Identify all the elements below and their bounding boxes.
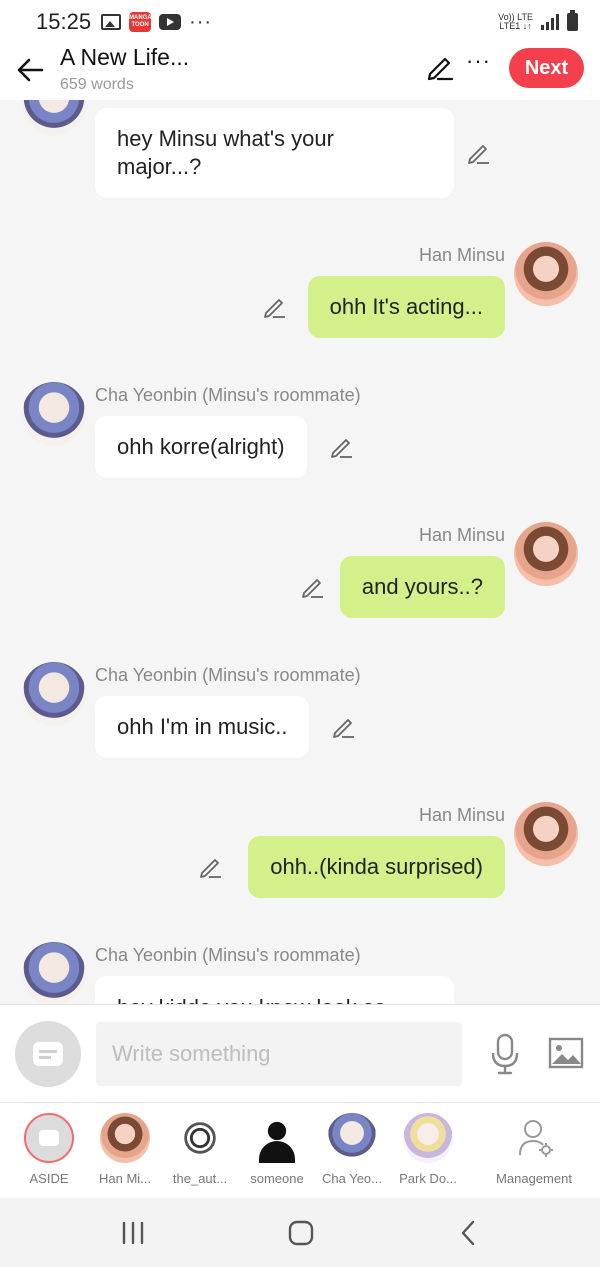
system-navigation-bar	[0, 1198, 600, 1267]
edit-message-icon[interactable]	[331, 714, 357, 740]
character-label: Han Mi...	[98, 1171, 151, 1186]
edit-message-icon[interactable]	[300, 574, 326, 600]
avatar-han-minsu[interactable]	[514, 242, 578, 306]
image-gallery-icon[interactable]	[548, 1037, 584, 1069]
character-cha-yeonbin[interactable]: Cha Yeo...	[314, 1103, 390, 1199]
avatar-han-minsu[interactable]	[514, 522, 578, 586]
character-avatar	[175, 1113, 225, 1163]
avatar-cha-yeonbin[interactable]	[22, 942, 86, 1004]
character-avatar	[252, 1113, 302, 1163]
youtube-notification-icon	[159, 14, 182, 30]
speaker-name: Han Minsu	[418, 245, 505, 265]
message-bubble[interactable]: ohh I'm in music..	[95, 696, 310, 758]
word-count: 659 words	[60, 76, 134, 93]
top-app-bar: A New Life... 659 words ··· Next	[0, 44, 600, 100]
character-label: the_aut...	[172, 1171, 228, 1186]
speaker-name: Han Minsu	[418, 525, 505, 545]
message-bubble[interactable]: ohh It's acting...	[307, 276, 505, 338]
avatar-han-minsu[interactable]	[514, 802, 578, 866]
edit-message-icon[interactable]	[329, 434, 355, 460]
signal-icon	[541, 14, 559, 30]
message-composer	[0, 1004, 600, 1102]
management-label: Management	[496, 1171, 572, 1186]
character-aside[interactable]: ASIDE	[11, 1103, 87, 1199]
more-options-icon[interactable]: ···	[466, 48, 491, 74]
message-bubble[interactable]: ohh korre(alright)	[95, 416, 307, 478]
edit-pencil-icon[interactable]	[425, 52, 455, 82]
home-icon[interactable]	[286, 1218, 316, 1248]
avatar-cha-yeonbin[interactable]	[22, 382, 86, 446]
character-avatar	[100, 1113, 150, 1163]
speaker-name: Cha Yeonbin (Minsu's roommate)	[95, 385, 361, 405]
speaker-name: Cha Yeonbin (Minsu's roommate)	[95, 945, 361, 965]
edit-message-icon[interactable]	[466, 140, 492, 166]
edit-message-icon[interactable]	[262, 294, 288, 320]
back-arrow-icon[interactable]	[14, 54, 46, 86]
battery-icon	[567, 10, 578, 31]
gallery-notification-icon	[101, 14, 122, 30]
message-bubble[interactable]: hey Minsu what's your major...?	[95, 108, 454, 198]
message-input[interactable]	[96, 1022, 462, 1086]
character-avatar	[24, 1113, 74, 1163]
character-avatar	[403, 1113, 453, 1163]
management-button[interactable]: Management	[484, 1103, 584, 1199]
character-label: Cha Yeo...	[322, 1171, 382, 1186]
avatar-cha-yeonbin[interactable]	[22, 100, 86, 136]
back-nav-icon[interactable]	[454, 1218, 484, 1248]
edit-message-icon[interactable]	[198, 854, 224, 880]
aside-icon	[33, 1042, 63, 1066]
microphone-icon[interactable]	[490, 1033, 520, 1075]
character-label: Park Do...	[399, 1171, 457, 1186]
chat-area[interactable]: hey Minsu what's your major...? Han Mins…	[0, 100, 600, 1004]
character-avatar	[327, 1113, 377, 1163]
user-settings-icon	[519, 1120, 553, 1157]
message-bubble[interactable]: hey kiddo you know look so	[95, 976, 454, 1004]
speaker-name: Han Minsu	[418, 805, 505, 825]
more-notifications-icon: ···	[189, 10, 213, 33]
story-title: A New Life...	[60, 44, 190, 70]
mangatoon-notification-icon: MANGA TOON	[129, 12, 152, 32]
character-the-author[interactable]: the_aut...	[162, 1103, 238, 1199]
speaker-name: Cha Yeonbin (Minsu's roommate)	[95, 665, 361, 685]
message-bubble[interactable]: and yours..?	[339, 556, 505, 618]
recent-apps-icon[interactable]	[118, 1218, 148, 1248]
character-label: ASIDE	[29, 1171, 69, 1186]
character-han-minsu[interactable]: Han Mi...	[87, 1103, 163, 1199]
character-someone[interactable]: someone	[239, 1103, 315, 1199]
next-button[interactable]: Next	[509, 48, 584, 88]
message-bubble[interactable]: ohh..(kinda surprised)	[248, 836, 505, 898]
network-indicator: Vo)) LTE LTE1 ↓↑	[498, 12, 533, 31]
status-bar: 15:25 MANGA TOON ··· Vo)) LTE LTE1 ↓↑	[0, 0, 600, 44]
character-label: someone	[250, 1171, 304, 1186]
character-selector: ASIDE Han Mi... the_aut... someone Cha Y…	[0, 1102, 600, 1198]
status-time: 15:25	[36, 9, 92, 34]
character-park-do[interactable]: Park Do...	[390, 1103, 466, 1199]
aside-toggle-button[interactable]	[15, 1021, 81, 1087]
avatar-cha-yeonbin[interactable]	[22, 662, 86, 726]
